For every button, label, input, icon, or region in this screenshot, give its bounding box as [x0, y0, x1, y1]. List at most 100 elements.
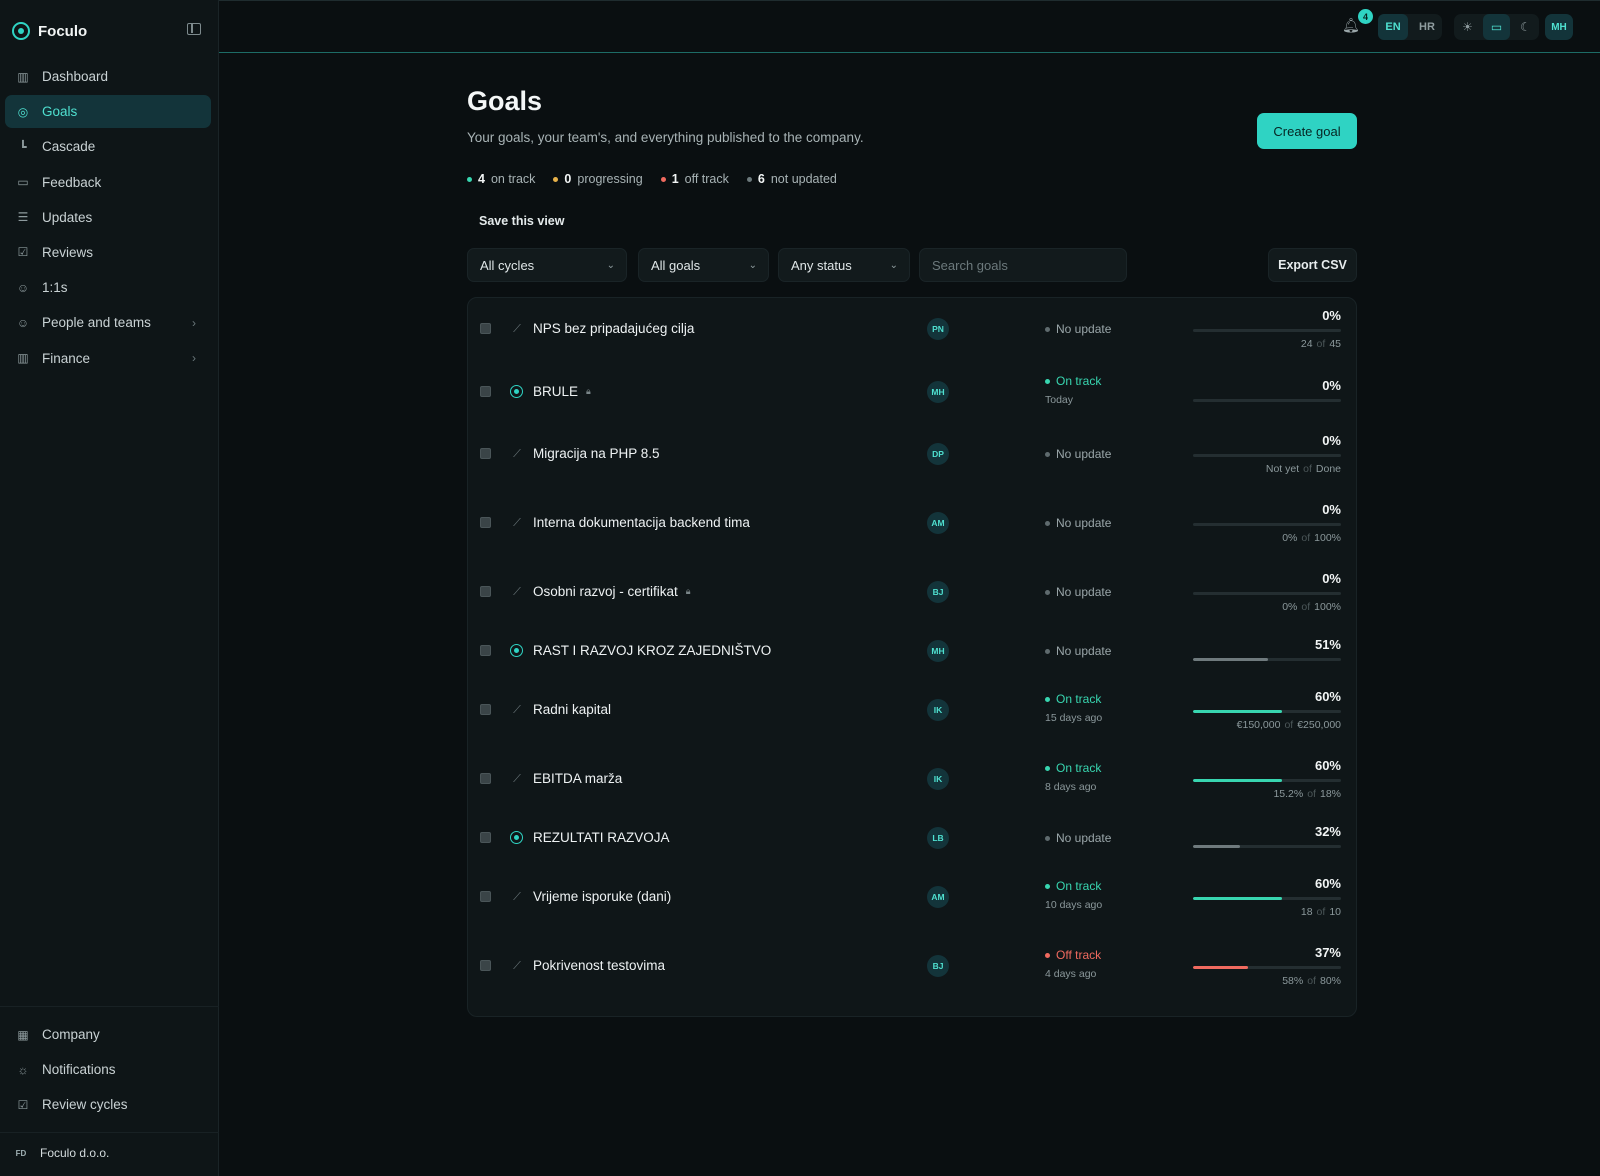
goal-name[interactable]: EBITDA marža [533, 771, 622, 786]
page-title: Goals [467, 86, 543, 116]
goal-checkbox[interactable] [480, 386, 491, 397]
goal-checkbox[interactable] [480, 645, 491, 656]
goal-current-value: 58% [1282, 975, 1304, 987]
goal-checkbox[interactable] [480, 832, 491, 843]
status-dot [1045, 765, 1050, 771]
users-icon: ☺ [16, 280, 30, 295]
goal-target-value: 80% [1319, 975, 1341, 987]
goal-checkbox[interactable] [480, 704, 491, 715]
goal-name[interactable]: Pokrivenost testovima [533, 958, 665, 973]
cycle-select[interactable]: All cycles ⌄ [467, 248, 627, 282]
goal-checkbox[interactable] [480, 891, 491, 902]
of-separator: of [1316, 338, 1326, 350]
stat-label: on track [490, 172, 536, 186]
sidebar-item-label: Goals [42, 104, 78, 120]
sidebar-bottom-nav: ▦ Company ☼ Notifications ☑ Review cycles [5, 1018, 211, 1124]
objective-icon [510, 385, 523, 398]
owner-avatar[interactable]: AM [927, 512, 949, 534]
goal-checkbox[interactable] [480, 960, 491, 971]
monitor-icon[interactable]: ▭ [1483, 14, 1510, 40]
goal-name[interactable]: Osobni razvoj - certifikat 🔒︎ [533, 584, 691, 599]
owner-avatar[interactable]: MH [927, 381, 949, 403]
goal-status-text: On track [1056, 879, 1102, 893]
owner-avatar[interactable]: DP [927, 443, 949, 465]
of-separator: of [1316, 906, 1326, 918]
goal-percent: 60% [1314, 689, 1341, 704]
key-result-icon: ⟋ [513, 322, 521, 335]
sidebar-item-feedback[interactable]: ▭ Feedback [5, 166, 211, 199]
owner-avatar[interactable]: IK [927, 768, 949, 790]
sidebar-item-company[interactable]: ▦ Company [5, 1018, 211, 1051]
sidebar-item-review-cycles[interactable]: ☑ Review cycles [5, 1088, 211, 1121]
goal-progress-bar [1193, 897, 1341, 900]
org-switcher[interactable]: FD Foculo d.o.o. [12, 1144, 110, 1162]
goal-name-text: Pokrivenost testovima [533, 958, 666, 973]
goal-progress-fill [1193, 658, 1269, 661]
goal-name[interactable]: BRULE 🔒︎ [533, 384, 591, 399]
owner-avatar[interactable]: BJ [927, 955, 949, 977]
goal-percent: 0% [1322, 433, 1341, 448]
sidebar-item-finance[interactable]: ▥ Finance › [5, 342, 211, 375]
owner-avatar[interactable]: BJ [927, 581, 949, 603]
sidebar-item-people-and-teams[interactable]: ☺ People and teams › [5, 306, 211, 339]
goal-name[interactable]: RAST I RAZVOJ KROZ ZAJEDNIŠTVO [533, 643, 771, 658]
create-goal-button[interactable]: Create goal [1257, 113, 1357, 149]
sidebar-item-updates[interactable]: ☰ Updates [5, 201, 211, 234]
owner-avatar[interactable]: IK [927, 699, 949, 721]
goal-checkbox[interactable] [480, 448, 491, 459]
goal-percent: 0% [1322, 378, 1341, 393]
moon-icon[interactable]: ☾ [1512, 14, 1539, 40]
sidebar-item-cascade[interactable]: ┗ Cascade [5, 130, 211, 163]
goal-status: No update [1045, 644, 1111, 658]
sidebar-item-1-1s[interactable]: ☺ 1:1s [5, 271, 211, 304]
goals-select[interactable]: All goals ⌄ [638, 248, 769, 282]
goal-name[interactable]: Vrijeme isporuke (dani) [533, 889, 671, 904]
sidebar-item-notifications[interactable]: ☼ Notifications [5, 1053, 211, 1086]
sidebar-item-goals[interactable]: ◎ Goals [5, 95, 211, 129]
goal-name[interactable]: Radni kapital [533, 702, 611, 717]
goal-progress-fill [1193, 966, 1248, 969]
sidebar-collapse-icon[interactable] [187, 23, 201, 35]
brand-name: Foculo [38, 22, 88, 40]
goal-status-text: On track [1056, 374, 1102, 388]
save-view-button[interactable]: Save this view [479, 214, 564, 228]
user-avatar[interactable]: MH [1545, 14, 1573, 40]
sidebar-item-reviews[interactable]: ☑ Reviews [5, 236, 211, 269]
sidebar-item-dashboard[interactable]: ▥ Dashboard [5, 60, 211, 93]
goal-updated-time: 8 days ago [1045, 781, 1097, 793]
goal-progress-bar [1193, 658, 1341, 661]
key-result-icon: ⟋ [513, 959, 521, 972]
stat-on-track: 4 on track [467, 172, 535, 186]
status-select[interactable]: Any status ⌄ [778, 248, 910, 282]
sidebar-item-label: Cascade [42, 139, 96, 155]
goal-name[interactable]: REZULTATI RAZVOJA [533, 830, 670, 845]
goal-percent: 60% [1314, 758, 1341, 773]
sun-icon[interactable]: ☀ [1454, 14, 1481, 40]
bell-icon[interactable]: 🔔︎ [1342, 17, 1360, 35]
search-input[interactable] [919, 248, 1127, 282]
brand[interactable]: Foculo [12, 20, 87, 42]
goal-checkbox[interactable] [480, 323, 491, 334]
goal-checkbox[interactable] [480, 773, 491, 784]
status-dot [1045, 696, 1050, 702]
owner-avatar[interactable]: AM [927, 886, 949, 908]
owner-avatar[interactable]: PN [927, 318, 949, 340]
owner-avatar[interactable]: MH [927, 640, 949, 662]
status-dot [1045, 648, 1050, 654]
goal-checkbox[interactable] [480, 586, 491, 597]
export-csv-button[interactable]: Export CSV [1268, 248, 1357, 282]
goal-status: On track [1045, 879, 1101, 893]
goal-progress-values: 15.2% of 18% [1273, 788, 1341, 800]
document-icon: ☰ [17, 210, 29, 225]
goal-name[interactable]: Migracija na PHP 8.5 [533, 446, 660, 461]
language-hr-button[interactable]: HR [1412, 14, 1442, 40]
goal-name[interactable]: Interna dokumentacija backend tima [533, 515, 750, 530]
goal-progress-values: 0% of 100% [1282, 532, 1341, 544]
owner-avatar[interactable]: LB [927, 827, 949, 849]
review-cycles-icon: ☑ [17, 1097, 29, 1112]
goal-checkbox[interactable] [480, 517, 491, 528]
goal-name[interactable]: NPS bez pripadajućeg cilja [533, 321, 694, 336]
stat-label: progressing [577, 172, 643, 186]
goal-stats: 4 on track 0 progressing 1 off track 6 not upda… [467, 172, 837, 186]
language-en-button[interactable]: EN [1378, 14, 1408, 40]
